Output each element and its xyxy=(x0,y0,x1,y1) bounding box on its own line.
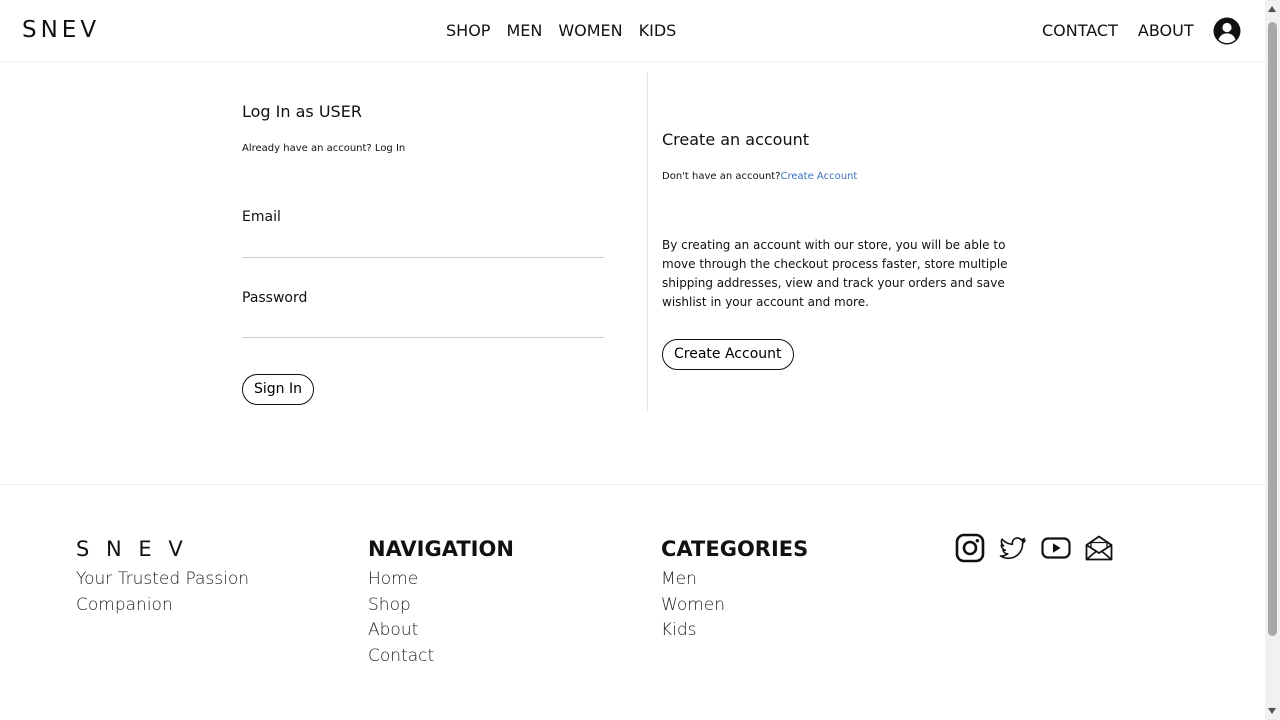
create-account-link[interactable]: Create Account xyxy=(781,171,858,182)
site-logo[interactable]: SNEV xyxy=(22,17,100,43)
register-prompt: Don't have an account?Create Account xyxy=(662,171,1022,182)
login-form: Log In as USER Already have an account? … xyxy=(242,102,604,405)
footer-link-shop[interactable]: Shop xyxy=(368,593,514,619)
sign-in-button[interactable]: Sign In xyxy=(242,374,314,405)
footer-navigation-column: NAVIGATION Home Shop About Contact xyxy=(368,537,514,669)
secondary-nav: CONTACT ABOUT xyxy=(1042,21,1194,40)
nav-about[interactable]: ABOUT xyxy=(1138,21,1194,40)
email-label: Email xyxy=(242,209,281,225)
create-account-button[interactable]: Create Account xyxy=(662,339,794,370)
email-input[interactable] xyxy=(242,232,604,258)
footer-brand-column: S N E V Your Trusted Passion Companion xyxy=(76,537,249,618)
nav-shop[interactable]: SHOP xyxy=(446,21,490,40)
footer-link-home[interactable]: Home xyxy=(368,567,514,593)
nav-kids[interactable]: KIDS xyxy=(639,21,677,40)
scrollbar-thumb[interactable] xyxy=(1268,22,1277,636)
register-title: Create an account xyxy=(662,130,810,149)
password-label: Password xyxy=(242,290,308,306)
twitter-icon[interactable] xyxy=(998,533,1028,563)
footer-link-contact[interactable]: Contact xyxy=(368,644,514,670)
section-divider xyxy=(647,72,648,412)
scroll-up-arrow-icon[interactable] xyxy=(1268,6,1276,12)
register-prompt-text: Don't have an account? xyxy=(662,171,781,182)
user-circle-icon[interactable] xyxy=(1213,17,1241,45)
nav-contact[interactable]: CONTACT xyxy=(1042,21,1118,40)
footer-navigation-title: NAVIGATION xyxy=(368,537,514,561)
footer-tagline-line-2: Companion xyxy=(76,594,173,615)
scroll-down-arrow-icon[interactable] xyxy=(1268,708,1276,714)
footer-logo: S N E V xyxy=(76,537,188,561)
login-prompt[interactable]: Already have an account? Log In xyxy=(242,143,604,154)
register-description: By creating an account with our store, y… xyxy=(662,238,1008,309)
footer-categories-title: CATEGORIES xyxy=(661,537,809,561)
youtube-icon[interactable] xyxy=(1041,533,1071,563)
page-scrollbar[interactable] xyxy=(1265,0,1280,720)
footer-link-women[interactable]: Women xyxy=(661,593,808,619)
password-input[interactable] xyxy=(242,312,604,338)
register-section: Create an account Don't have an account?… xyxy=(662,130,1022,370)
login-title: Log In as USER xyxy=(242,102,362,121)
footer-link-men[interactable]: Men xyxy=(661,567,808,593)
page: SNEV SHOP MEN WOMEN KIDS CONTACT ABOUT L… xyxy=(0,0,1265,720)
nav-men[interactable]: MEN xyxy=(506,21,542,40)
footer-link-about[interactable]: About xyxy=(368,618,514,644)
nav-women[interactable]: WOMEN xyxy=(558,21,622,40)
footer-link-kids[interactable]: Kids xyxy=(661,618,808,644)
footer-categories-column: CATEGORIES Men Women Kids xyxy=(661,537,808,644)
mail-icon[interactable] xyxy=(1084,533,1114,563)
site-footer: S N E V Your Trusted Passion Companion N… xyxy=(0,484,1265,720)
site-header: SNEV SHOP MEN WOMEN KIDS CONTACT ABOUT xyxy=(0,0,1265,62)
social-links xyxy=(955,533,1114,563)
footer-tagline-line-1: Your Trusted Passion xyxy=(76,569,250,589)
main-nav: SHOP MEN WOMEN KIDS xyxy=(446,21,676,40)
instagram-icon[interactable] xyxy=(955,533,985,563)
